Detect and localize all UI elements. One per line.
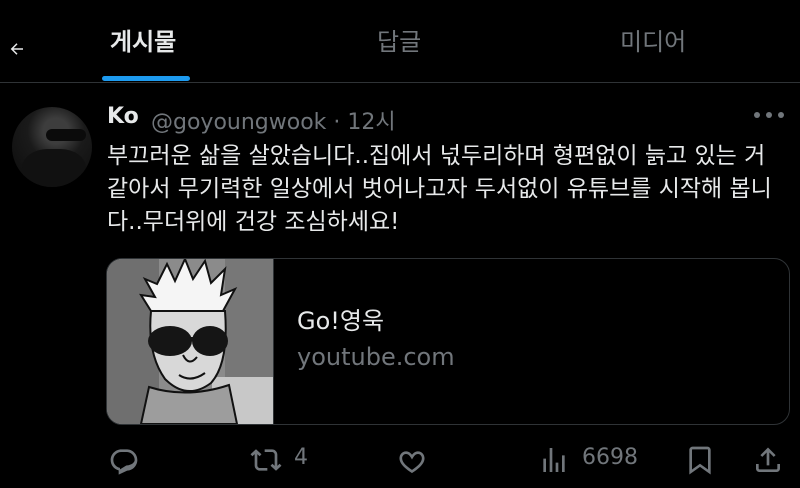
author-handle-time[interactable]: @goyoungwook · 12시 — [151, 104, 396, 136]
arrow-left-icon[interactable] — [8, 40, 26, 58]
profile-tabs-bar: 게시물 답글 미디어 — [0, 0, 800, 83]
avatar-body-shape — [22, 149, 86, 187]
card-title: Go!영욱 — [297, 307, 385, 335]
active-tab-indicator — [102, 76, 190, 81]
view-count: 6698 — [582, 445, 638, 470]
tweet-actions: 4 6698 — [0, 436, 800, 480]
link-card[interactable]: Go!영욱 youtube.com — [106, 258, 790, 425]
retweet-icon[interactable] — [250, 444, 282, 476]
bookmark-icon[interactable] — [684, 444, 716, 476]
ellipsis-icon[interactable] — [752, 108, 786, 122]
avatar-sunglasses-shape — [46, 129, 86, 141]
share-icon[interactable] — [752, 444, 784, 476]
tab-replies[interactable]: 답글 — [377, 22, 421, 57]
author-name[interactable]: Ko — [107, 104, 139, 129]
tweet-text: 부끄러운 삶을 살았습니다..집에서 넋두리하며 형편없이 늙고 있는 거 같아… — [107, 143, 772, 235]
tab-media[interactable]: 미디어 — [620, 22, 686, 57]
heart-icon[interactable] — [396, 444, 428, 476]
video-thumbnail — [107, 259, 274, 424]
card-domain: youtube.com — [297, 343, 455, 371]
retweet-count: 4 — [294, 445, 308, 470]
views-chart-icon[interactable] — [538, 444, 570, 476]
tab-posts[interactable]: 게시물 — [110, 22, 176, 57]
reply-icon[interactable] — [108, 444, 140, 476]
avatar[interactable] — [12, 107, 92, 187]
